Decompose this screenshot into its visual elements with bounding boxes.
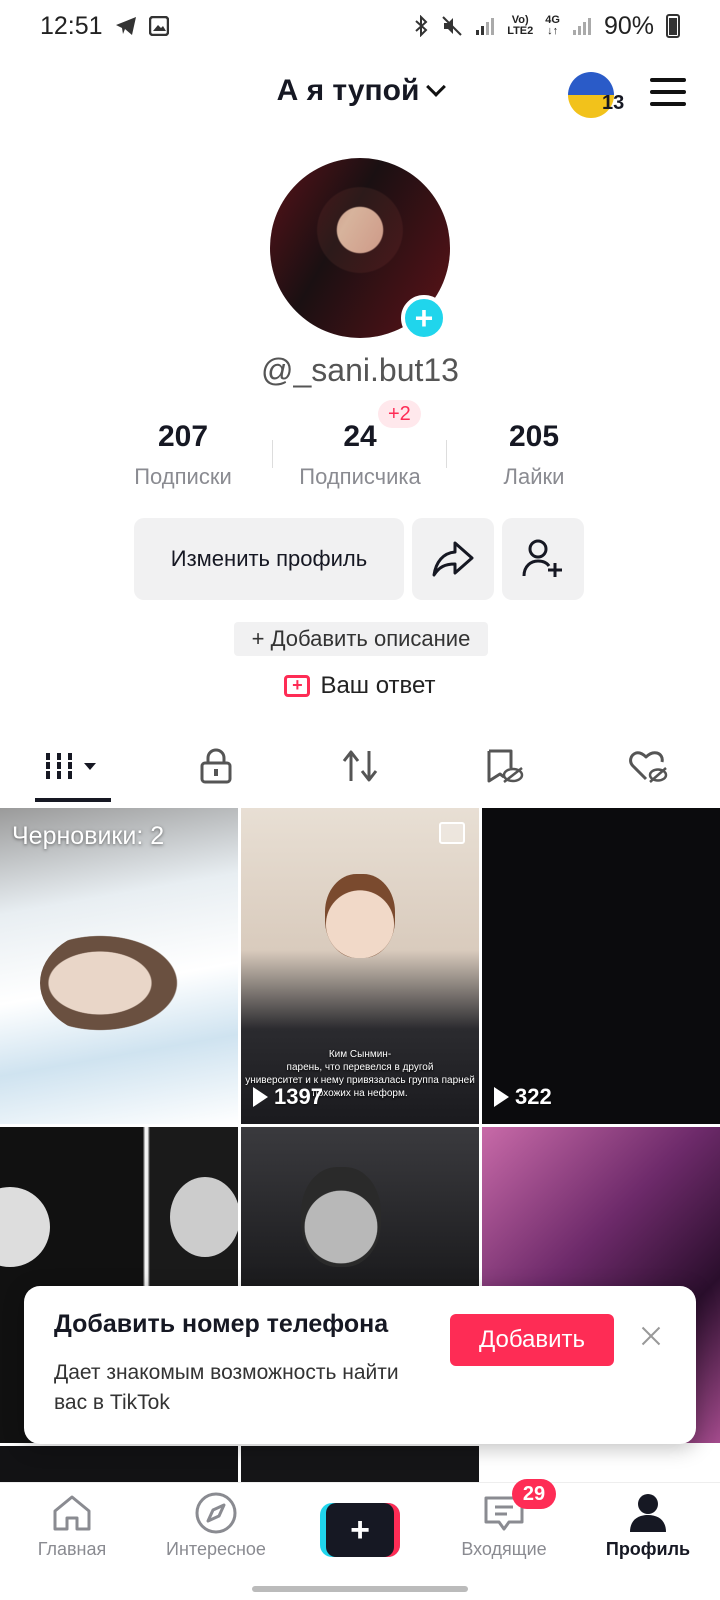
- nav-home[interactable]: Главная: [0, 1491, 144, 1560]
- stat-following-label: Подписки: [134, 464, 232, 489]
- video-face: [0, 1187, 50, 1267]
- tab-videos[interactable]: [0, 730, 144, 802]
- share-profile-button[interactable]: [412, 518, 494, 600]
- compass-icon: [195, 1492, 237, 1534]
- chevron-down-icon: [426, 77, 447, 97]
- home-indicator[interactable]: [252, 1586, 468, 1592]
- nav-profile[interactable]: Профиль: [576, 1491, 720, 1560]
- your-answer-link[interactable]: + Ваш ответ: [0, 672, 720, 700]
- bottom-navigation: Главная Интересное + Входящие 29 Профиль: [0, 1479, 720, 1600]
- drafts-label: Черновики: 2: [12, 822, 165, 850]
- stat-likes-value: 205: [508, 420, 560, 453]
- video-thumbnail[interactable]: 322: [482, 808, 720, 1124]
- status-right: Vo) LTE2 4G ↓↑ 90%: [413, 12, 680, 41]
- stat-following-value: 207: [157, 420, 209, 453]
- your-answer-label: Ваш ответ: [320, 672, 436, 699]
- profile-header: А я тупой 13: [0, 62, 720, 126]
- creator-badge-count: 13: [602, 92, 625, 114]
- create-button[interactable]: +: [320, 1503, 400, 1557]
- add-phone-text: Дает знакомым возможность найти вас в Ti…: [54, 1361, 399, 1414]
- active-tab-indicator: [35, 798, 111, 802]
- share-icon: [432, 541, 474, 577]
- grid-videos-icon: [44, 753, 96, 779]
- add-phone-title: Добавить номер телефона: [54, 1310, 389, 1338]
- add-avatar-icon[interactable]: +: [401, 295, 447, 341]
- add-description-button[interactable]: + Добавить описание: [234, 622, 488, 656]
- answer-plus-icon: +: [284, 675, 311, 697]
- account-name: А я тупой: [276, 74, 420, 107]
- profile-icon: [630, 1494, 666, 1532]
- nav-inbox[interactable]: Входящие: [432, 1491, 576, 1560]
- stat-likes[interactable]: 205 Лайки: [444, 420, 624, 490]
- hidden-heart-icon: [629, 751, 668, 783]
- tab-favorites[interactable]: [432, 730, 576, 802]
- volte-bottom: LTE2: [507, 25, 534, 37]
- clock: 12:51: [40, 11, 103, 40]
- drafts-face: [40, 928, 190, 1038]
- add-phone-card: Добавить номер телефона Дает знакомым во…: [24, 1286, 696, 1444]
- edit-profile-button[interactable]: Изменить профиль: [134, 518, 404, 600]
- video-face: [301, 1167, 381, 1267]
- video-thumbnail[interactable]: Ким Сынмин- парень, что перевелся в друг…: [241, 808, 479, 1124]
- nav-inbox-label: Входящие: [461, 1539, 547, 1559]
- profile-handle: @_sani.but13: [261, 352, 459, 388]
- battery-icon: [666, 14, 680, 38]
- play-icon: [494, 1087, 509, 1107]
- telegram-icon: [115, 17, 136, 35]
- followers-delta-badge: +2: [378, 400, 421, 428]
- view-count-value: 322: [515, 1084, 552, 1109]
- nav-home-label: Главная: [37, 1539, 107, 1559]
- video-thumbnail[interactable]: [241, 1446, 479, 1486]
- profile-tabs: [0, 730, 720, 802]
- status-left: 12:51: [40, 12, 169, 41]
- mute-icon: [442, 16, 462, 36]
- play-icon: [253, 1087, 268, 1107]
- nav-profile-label: Профиль: [605, 1539, 691, 1559]
- battery-percent: 90%: [603, 11, 654, 40]
- network-gen-bottom: ↓↑: [547, 25, 559, 37]
- stat-followers-label: Подписчика: [299, 464, 421, 489]
- stat-likes-label: Лайки: [503, 464, 565, 489]
- view-count: 1397: [253, 1084, 323, 1110]
- close-icon[interactable]: [636, 1322, 666, 1352]
- lock-icon: [200, 748, 232, 784]
- signal-icon-2: [572, 18, 591, 35]
- menu-icon[interactable]: [650, 78, 686, 106]
- add-phone-button[interactable]: Добавить: [450, 1314, 614, 1366]
- stat-followers-value: 24: [343, 420, 377, 453]
- nav-discover[interactable]: Интересное: [144, 1491, 288, 1560]
- view-count: 322: [494, 1084, 552, 1110]
- add-friends-button[interactable]: [502, 518, 584, 600]
- drafts-thumbnail[interactable]: Черновики: 2: [0, 808, 238, 1124]
- signal-icon-1: [476, 18, 495, 35]
- tab-reposts[interactable]: [288, 730, 432, 802]
- home-icon: [53, 1495, 91, 1531]
- gallery-icon: [148, 16, 169, 36]
- network-gen-indicator: 4G ↓↑: [545, 15, 560, 37]
- stat-followers[interactable]: 24 Подписчика: [270, 420, 450, 490]
- video-face: [170, 1177, 238, 1257]
- plus-icon: +: [326, 1503, 394, 1557]
- status-bar: 12:51 Vo) LTE2 4G ↓↑ 90%: [0, 0, 720, 52]
- bluetooth-icon: [415, 15, 428, 37]
- repost-icon: [342, 750, 378, 782]
- stat-following[interactable]: 207 Подписки: [93, 420, 273, 490]
- nav-discover-label: Интересное: [166, 1539, 266, 1559]
- add-user-icon: [522, 539, 562, 577]
- tab-private[interactable]: [144, 730, 288, 802]
- video-thumbnail[interactable]: [0, 1446, 238, 1486]
- volte-indicator: Vo) LTE2: [507, 15, 533, 37]
- tab-liked[interactable]: [576, 730, 720, 802]
- hidden-bookmark-icon: [487, 749, 524, 783]
- view-count-value: 1397: [274, 1084, 323, 1109]
- video-face: [325, 874, 395, 958]
- photo-icon: [439, 822, 465, 844]
- inbox-badge: 29: [512, 1479, 556, 1509]
